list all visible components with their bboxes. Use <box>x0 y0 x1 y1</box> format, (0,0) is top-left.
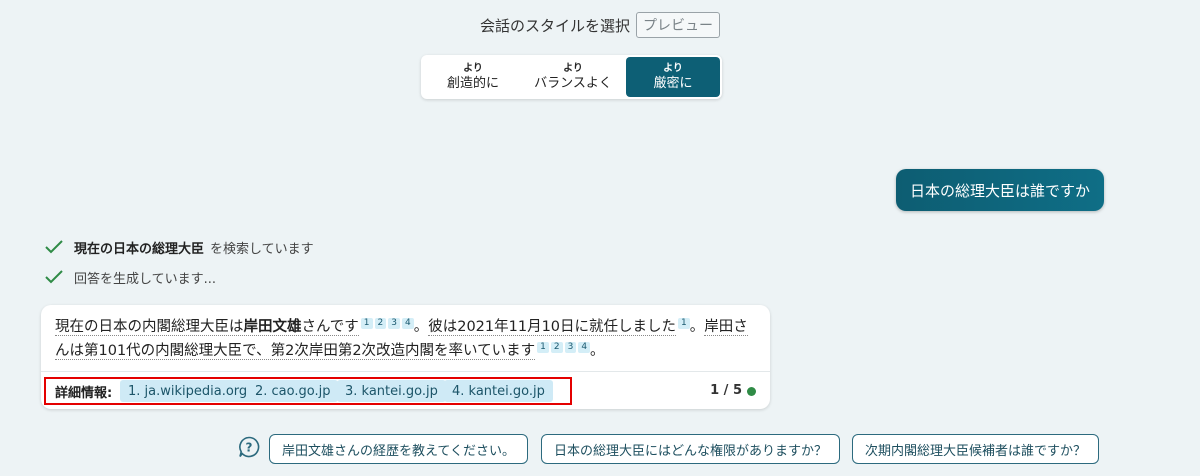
details-label: 詳細情報: <box>55 386 113 401</box>
answer-sentence-1: 現在の日本の内閣総理大臣は岸田文雄さんです <box>55 319 359 336</box>
tone-precise-button[interactable]: より 厳密に <box>626 57 720 97</box>
tone-balanced-label: バランスよく <box>534 75 612 91</box>
answer-sentence-2: 彼は2021年11月10日に就任しました <box>428 319 677 336</box>
answer-name-bold: 岸田文雄 <box>243 319 302 335</box>
search-step: 現在の日本の総理大臣 を検索しています <box>44 237 314 257</box>
answer-period: 。 <box>689 319 705 335</box>
tone-balanced-button[interactable]: より バランスよく <box>521 57 625 97</box>
conversation-style-header: 会話のスタイルを選択 プレビュー <box>0 10 1200 40</box>
details-row: 詳細情報: 1. ja.wikipedia.org 2. cao.go.jp 3… <box>41 377 770 405</box>
tone-creative-button[interactable]: より 創造的に <box>425 57 521 97</box>
user-message-bubble: 日本の総理大臣は誰ですか <box>895 169 1104 211</box>
citation-1[interactable]: 1 <box>360 318 373 329</box>
search-step-text: を検索しています <box>210 241 314 257</box>
check-icon <box>45 240 63 254</box>
conversation-style-label: 会話のスタイルを選択 <box>479 16 630 35</box>
citation-3[interactable]: 3 <box>388 318 400 329</box>
tone-creative-label: 創造的に <box>446 75 499 91</box>
citation-4[interactable]: 4 <box>578 342 591 353</box>
answer-card: 現在の日本の内閣総理大臣は岸田文雄さんです 1 2 3 4 。彼は2021年11月10日に… <box>41 305 770 409</box>
status-dot <box>747 387 756 396</box>
preview-badge: プレビュー <box>636 12 720 38</box>
suggestion-3[interactable]: 次期内閣総理大臣候補者は誰ですか？ <box>852 434 1100 464</box>
citation-1[interactable]: 1 <box>678 318 690 329</box>
tone-selector: より 創造的に より バランスよく より 厳密に <box>421 55 722 99</box>
response-count: 1 / 5 <box>710 383 742 398</box>
suggestion-2[interactable]: 日本の総理大臣にはどんな権限がありますか？ <box>541 434 841 464</box>
citation-1[interactable]: 1 <box>537 342 549 353</box>
check-icon <box>45 270 63 284</box>
citation-2[interactable]: 2 <box>550 342 563 353</box>
help-bubble-icon[interactable]: ? <box>237 435 261 459</box>
tone-precise-prefix: より <box>663 62 683 74</box>
source-link-1[interactable]: 1. ja.wikipedia.org <box>120 380 256 402</box>
generate-step: 回答を生成しています... <box>44 267 216 287</box>
tone-balanced-prefix: より <box>563 62 583 74</box>
citation-4[interactable]: 4 <box>401 318 414 329</box>
source-link-2[interactable]: 2. cao.go.jp <box>247 380 339 402</box>
answer-period: 。 <box>590 343 605 359</box>
source-link-4[interactable]: 4. kantei.go.jp <box>444 380 553 402</box>
source-link-3[interactable]: 3. kantei.go.jp <box>337 380 446 402</box>
tone-creative-prefix: より <box>463 62 483 74</box>
citation-2[interactable]: 2 <box>374 318 387 329</box>
generate-step-text: 回答を生成しています... <box>74 271 217 287</box>
answer-text-part: 現在の日本の内閣総理大臣は <box>55 319 244 335</box>
citation-3[interactable]: 3 <box>564 342 577 353</box>
svg-text:?: ? <box>246 441 253 455</box>
divider <box>41 371 770 372</box>
tone-precise-label: 厳密に <box>653 75 693 91</box>
answer-period: 。 <box>413 319 429 335</box>
answer-text-part: さんです <box>301 319 359 335</box>
answer-text: 現在の日本の内閣総理大臣は岸田文雄さんです 1 2 3 4 。彼は2021年11月10日に… <box>55 315 760 363</box>
search-query: 現在の日本の総理大臣 <box>74 241 205 257</box>
suggestion-1[interactable]: 岸田文雄さんの経歴を教えてください。 <box>269 434 528 464</box>
